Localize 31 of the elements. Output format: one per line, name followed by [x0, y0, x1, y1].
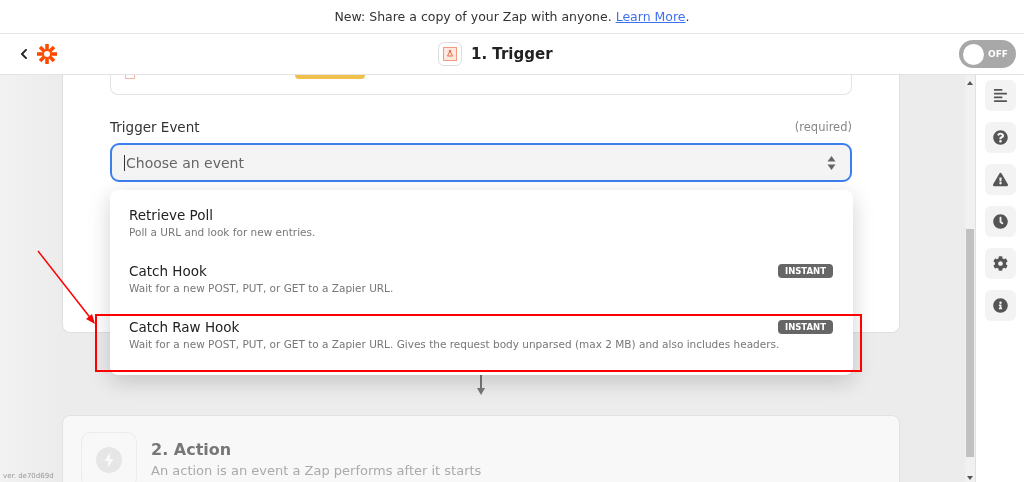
event-option[interactable]: Catch Hook INSTANT Wait for a new POST, PUT, or GET to a Zapier URL.: [110, 257, 853, 313]
instant-badge: INSTANT: [777, 264, 833, 278]
event-option[interactable]: Retrieve Poll Poll a URL and look for new entries.: [110, 201, 853, 257]
action-card[interactable]: 2. Action An action is an event a Zap performs after it starts: [62, 415, 900, 482]
event-select[interactable]: Choose an event: [110, 143, 852, 182]
connector-arrow: [476, 375, 486, 395]
clock-button[interactable]: [984, 206, 1016, 237]
info-icon: [992, 298, 1008, 313]
event-option[interactable]: Catch Raw Hook INSTANT Wait for a new POST, PUT, or GET to a Zapier URL. Gives the request body unparsed (max 2 MB) and also includes headers.: [110, 313, 853, 369]
webhook-icon: [438, 42, 462, 66]
sort-icon: [827, 154, 836, 171]
notes-icon: [992, 88, 1008, 103]
learn-more-link[interactable]: Learn More: [615, 9, 686, 24]
action-description: An action is an event a Zap performs after it starts: [151, 463, 482, 478]
settings-button[interactable]: [984, 248, 1016, 279]
action-title: 2. Action: [151, 440, 233, 459]
notes-button[interactable]: [984, 80, 1016, 111]
announcement-text: New: Share a copy of your Zap with anyone. Learn More.: [334, 9, 690, 24]
info-button[interactable]: [984, 290, 1016, 321]
asterisk-logo[interactable]: [36, 43, 58, 65]
settings-icon: [992, 256, 1008, 271]
back-icon[interactable]: [18, 48, 30, 60]
instant-badge: INSTANT: [777, 320, 833, 334]
help-icon: [992, 130, 1008, 145]
required-hint: (required): [794, 120, 852, 134]
clock-icon: [992, 214, 1008, 229]
warning-button[interactable]: [984, 164, 1016, 195]
help-button[interactable]: [984, 122, 1016, 153]
warning-icon: [992, 172, 1008, 187]
field-label: Trigger Event: [110, 119, 200, 135]
step-title: 1. Trigger: [471, 45, 553, 63]
